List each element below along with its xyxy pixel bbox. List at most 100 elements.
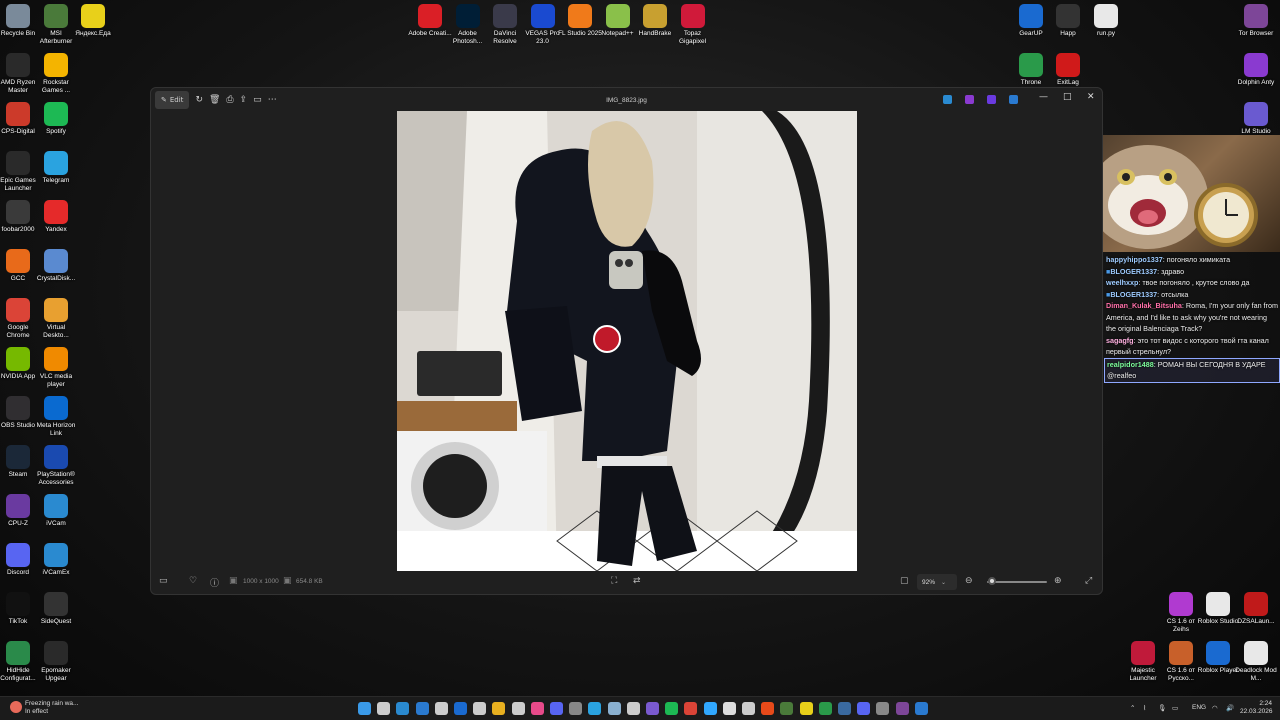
chat-username[interactable]: BLOGER1337 — [1110, 290, 1157, 299]
desktop-shortcut[interactable]: LM Studio — [1234, 102, 1278, 136]
desktop-shortcut[interactable]: Epomaker Upgear — [34, 641, 78, 682]
zoom-dropdown[interactable]: 92% ⌄ — [917, 574, 957, 590]
chat-username[interactable]: weelhxxp — [1106, 278, 1138, 287]
desktop-shortcut[interactable]: Яндекс.Еда — [71, 4, 115, 38]
steam-taskbar-icon[interactable] — [607, 702, 621, 715]
close-button[interactable]: ✕ — [1087, 92, 1095, 102]
favorite-heart-icon[interactable]: ♡ — [189, 576, 197, 586]
clock[interactable]: 2:24 22.03.2026 — [1240, 700, 1273, 716]
desktop-shortcut[interactable]: Dolphin Anty — [1234, 53, 1278, 87]
chat-username[interactable]: happyhippo1337 — [1106, 255, 1163, 264]
slideshow-icon[interactable]: ▭ — [253, 91, 262, 109]
wifi-icon[interactable]: ◠ — [1212, 704, 1218, 712]
zoom-slider[interactable] — [987, 581, 1047, 583]
desktop-shortcut[interactable]: PlayStation® Accessories — [34, 445, 78, 486]
share-icon[interactable]: ⇪ — [240, 91, 248, 109]
desktop-shortcut[interactable]: run.py — [1084, 4, 1128, 38]
ivcam-icon — [44, 494, 68, 518]
designer-app-icon[interactable] — [965, 95, 974, 104]
language-indicator[interactable]: ENG — [1192, 704, 1206, 711]
zoom-in-icon[interactable]: ⊕ — [1054, 576, 1062, 586]
desktop-shortcut[interactable]: DZSALaun... — [1234, 592, 1278, 626]
compare-icon[interactable]: ⇄ — [633, 576, 641, 586]
chatgpt-icon[interactable] — [626, 702, 640, 715]
zoom-out-icon[interactable]: ⊖ — [965, 576, 973, 586]
calendar-icon[interactable] — [473, 702, 487, 715]
desktop-shortcut[interactable]: Topaz Gigapixel — [671, 4, 715, 45]
spotify-taskbar-icon[interactable] — [665, 702, 679, 715]
filmstrip-icon[interactable]: ▭ — [159, 576, 168, 586]
photoshop-taskbar-icon[interactable] — [703, 702, 717, 715]
weather-widget[interactable]: Freezing rain wa... In effect — [25, 700, 78, 716]
photos-app-icon[interactable] — [1009, 95, 1018, 104]
file-explorer-icon[interactable] — [492, 702, 506, 715]
network-icon[interactable]: ⌇ — [1143, 704, 1146, 712]
photos-2-taskbar-icon[interactable] — [914, 702, 928, 715]
desktop-shortcut[interactable]: Rockstar Games ... — [34, 53, 78, 94]
desktop-shortcut[interactable]: ExitLag — [1046, 53, 1090, 87]
desktop-shortcut[interactable]: iVCamEx — [34, 543, 78, 577]
search-icon[interactable] — [377, 702, 391, 715]
desktop-shortcut[interactable]: Deadlock Mod M... — [1234, 641, 1278, 682]
battery-icon[interactable]: ▭ — [1172, 704, 1178, 712]
desktop-shortcut[interactable]: VLC media player — [34, 347, 78, 388]
tray-overflow-icon[interactable]: ⌃ — [1130, 704, 1135, 712]
terminal-icon[interactable] — [876, 702, 890, 715]
task-view-icon[interactable] — [396, 702, 410, 715]
afterburner-taskbar-icon[interactable] — [780, 702, 794, 715]
photos-icon[interactable] — [415, 702, 429, 715]
desktop-shortcut[interactable]: Virtual Deskto... — [34, 298, 78, 339]
tor-taskbar-icon[interactable] — [895, 702, 909, 715]
microphone-icon[interactable]: 🎙 — [1158, 704, 1166, 712]
discord-2-taskbar-icon[interactable] — [857, 702, 871, 715]
desktop-shortcut[interactable]: CrystalDisk... — [34, 249, 78, 283]
windows-start-icon[interactable] — [358, 702, 371, 715]
obsidian-icon[interactable] — [646, 702, 659, 715]
actual-size-icon[interactable]: ▢ — [900, 576, 909, 586]
vegas-taskbar-icon[interactable] — [761, 702, 775, 715]
info-icon[interactable]: ⓘ — [210, 576, 219, 589]
yandex-taskbar-icon[interactable] — [799, 702, 813, 715]
desktop-shortcut[interactable]: Spotify — [34, 102, 78, 136]
desktop-shortcut[interactable]: iVCam — [34, 494, 78, 528]
desktop-shortcut[interactable]: SideQuest — [34, 592, 78, 626]
mail-icon[interactable] — [511, 702, 525, 715]
itunes-icon[interactable] — [530, 702, 544, 715]
fit-to-window-icon[interactable]: ⛶ — [611, 576, 617, 586]
desktop-shortcut[interactable]: Yandex — [34, 200, 78, 234]
telegram-taskbar-icon[interactable] — [588, 702, 602, 715]
app-icon[interactable] — [454, 702, 467, 715]
desktop-shortcut[interactable]: Meta Horizon Link — [34, 396, 78, 437]
chat-username[interactable]: realpidor1488 — [1107, 360, 1154, 369]
throne-taskbar-icon[interactable] — [818, 702, 832, 715]
gearup-taskbar-icon[interactable] — [838, 702, 851, 715]
obs-taskbar-icon[interactable] — [742, 702, 755, 715]
minimize-button[interactable]: — — [1039, 92, 1048, 102]
volume-icon[interactable]: 🔊 — [1226, 704, 1234, 712]
clipchamp-icon[interactable] — [987, 95, 996, 104]
discord-taskbar-icon[interactable] — [550, 702, 563, 715]
calculator-icon[interactable] — [569, 702, 583, 715]
photos-window: ✎ Edit ↻ 🗑 ⎙ ⇪ ▭ ⋯ IMG_8823.jpg — □ ✕ ▭ … — [150, 87, 1103, 595]
desktop-shortcut[interactable]: Telegram — [34, 151, 78, 185]
photo-image[interactable] — [397, 111, 857, 571]
edit-button[interactable]: ✎ Edit — [155, 91, 190, 109]
zoom-slider-thumb[interactable] — [987, 577, 996, 585]
desktop-shortcut[interactable]: Tor Browser — [1234, 4, 1278, 38]
weather-icon[interactable] — [10, 701, 22, 713]
fullscreen-icon[interactable]: ⤢ — [1085, 576, 1092, 586]
print-icon[interactable]: ⎙ — [226, 91, 233, 109]
desktop-shortcut-label: DZSALaun... — [1237, 618, 1275, 625]
clock-icon[interactable] — [434, 702, 448, 715]
delete-icon[interactable]: 🗑 — [209, 91, 220, 109]
epic-taskbar-icon[interactable] — [722, 702, 736, 715]
chat-username[interactable]: BLOGER1337 — [1110, 267, 1157, 276]
rotate-icon[interactable]: ↻ — [195, 91, 203, 109]
editor-app-icon[interactable] — [943, 95, 952, 104]
more-options-icon[interactable]: ⋯ — [268, 91, 277, 109]
chat-username[interactable]: sagagfg — [1106, 336, 1134, 345]
hidhide-icon — [6, 641, 30, 665]
chat-username[interactable]: Diman_Kulak_Bitsuha — [1106, 301, 1182, 310]
maximize-button[interactable]: □ — [1063, 92, 1072, 102]
chrome-taskbar-icon[interactable] — [684, 702, 698, 715]
